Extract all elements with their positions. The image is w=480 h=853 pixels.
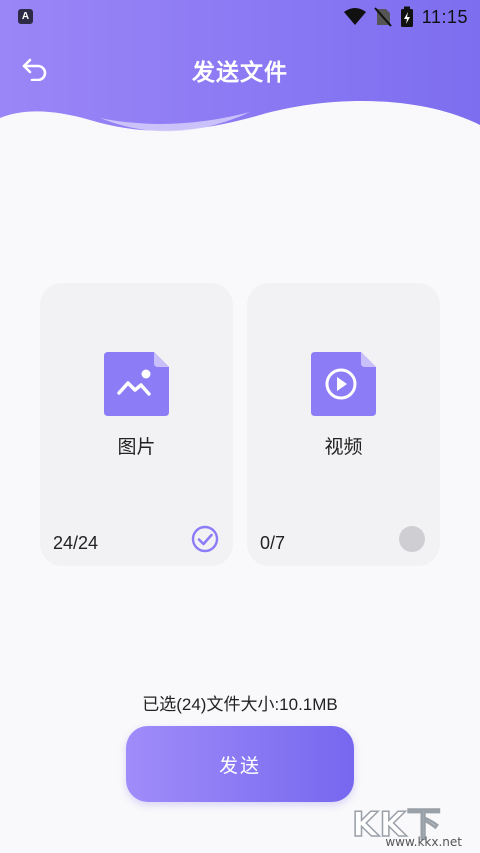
app-notification-icon: A [18,9,33,24]
no-sim-icon [374,7,392,27]
battery-charging-icon [400,6,413,27]
selection-summary: 已选(24)文件大小:10.1MB [142,695,338,714]
wifi-icon [343,8,366,25]
image-file-icon [104,352,169,416]
card-images[interactable]: 图片 24/24 [40,283,233,566]
card-label-images: 图片 [117,437,156,458]
card-label-videos: 视频 [324,437,363,458]
empty-circle-icon[interactable] [398,525,426,553]
send-button[interactable]: 发送 [126,726,354,802]
watermark-logo: KK下载 www.kkx.net [351,797,468,849]
video-file-icon [311,352,376,416]
status-time: 11:15 [421,6,468,27]
status-bar: A 11:15 [0,0,480,34]
page-title: 发送文件 [192,59,288,85]
card-videos[interactable]: 视频 0/7 [247,283,440,566]
card-count-videos: 0/7 [260,533,286,553]
watermark-url: www.kkx.net [385,835,462,849]
check-circle-icon[interactable] [191,525,219,553]
card-count-images: 24/24 [53,533,99,553]
header: A 11:15 发送文件 [0,0,480,150]
